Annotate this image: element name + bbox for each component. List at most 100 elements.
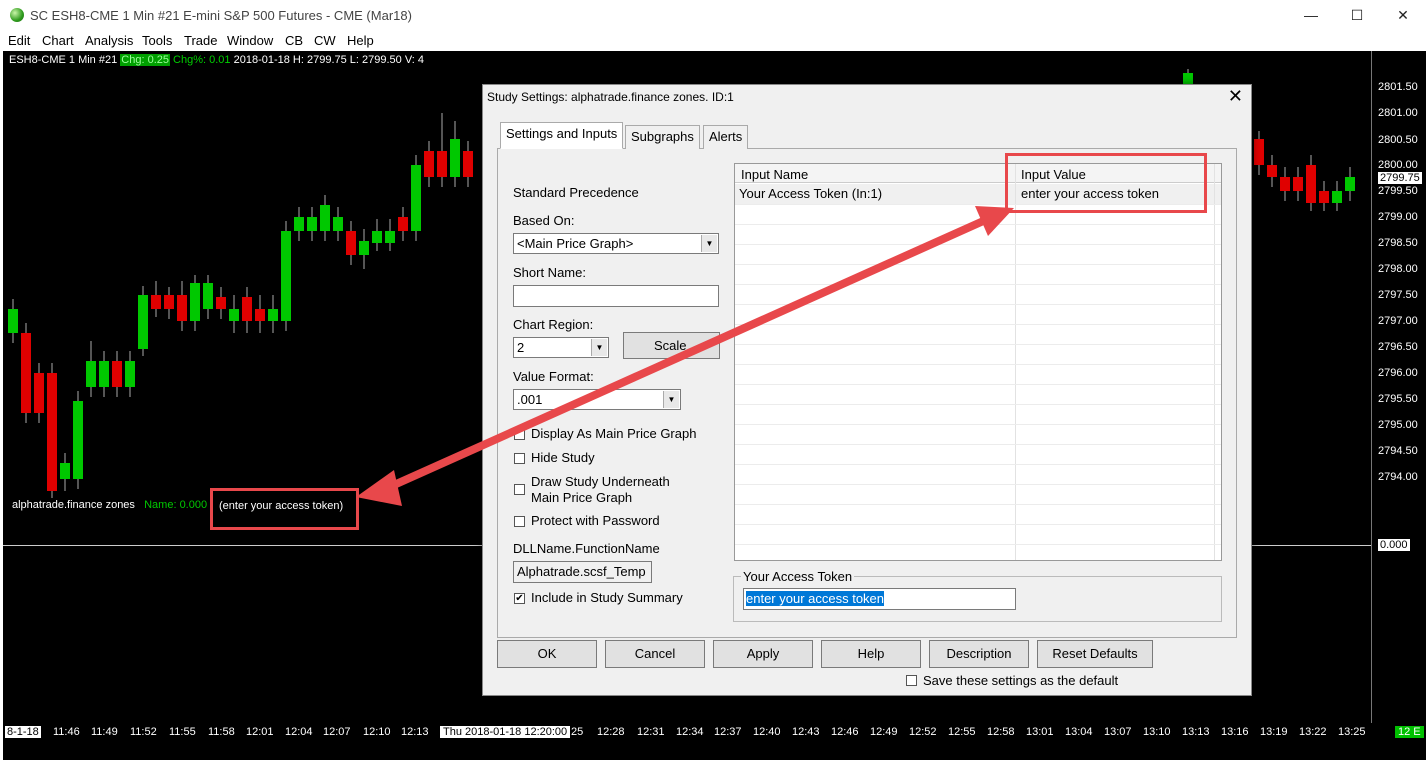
protect-password-checkbox[interactable] <box>514 516 525 527</box>
time-tick-label: 13:19 <box>1260 726 1288 738</box>
chart-header: ESH8-CME 1 Min #21 Chg: 0.25 Chg%: 0.01 … <box>9 54 424 66</box>
time-tick-label: 13:25 <box>1338 726 1366 738</box>
time-axis: 8-1-18 11:46 11:49 11:52 11:55 11:58 12:01 12:0… <box>3 723 1426 760</box>
chart-region-select[interactable]: 2 ▼ <box>513 337 609 358</box>
time-tick-label: Thu 2018-01-18 12:20:00 <box>440 726 571 738</box>
time-tick-label: 12:34 <box>676 726 704 738</box>
scale-button[interactable]: Scale <box>623 332 720 359</box>
app-icon <box>10 8 24 22</box>
menu-window[interactable]: Window <box>227 33 273 48</box>
value-format-select[interactable]: .001 ▼ <box>513 389 681 410</box>
header-symbol: ESH8-CME 1 Min #21 <box>9 54 118 66</box>
menu-help[interactable]: Help <box>347 33 374 48</box>
menu-cw[interactable]: CW <box>314 33 336 48</box>
tab-alerts[interactable]: Alerts <box>703 125 749 149</box>
menu-edit[interactable]: Edit <box>8 33 30 48</box>
time-tick-label: 12:40 <box>753 726 781 738</box>
based-on-value: <Main Price Graph> <box>517 236 634 251</box>
apply-button[interactable]: Apply <box>713 640 813 668</box>
protect-password-label: Protect with Password <box>531 513 660 528</box>
short-name-input[interactable] <box>513 285 719 307</box>
close-window-button[interactable]: ✕ <box>1380 0 1426 31</box>
time-tick-label: 13:22 <box>1299 726 1327 738</box>
time-tick-label: 12:10 <box>363 726 391 738</box>
reset-defaults-button[interactable]: Reset Defaults <box>1037 640 1153 668</box>
include-summary-label: Include in Study Summary <box>531 590 683 605</box>
candle-body <box>333 217 343 231</box>
study-name: alphatrade.finance zones <box>12 499 135 511</box>
display-main-checkbox[interactable] <box>514 429 525 440</box>
candle-body <box>268 309 278 321</box>
inputs-grid[interactable]: Input Name Input Value Your Access Token… <box>734 163 1222 561</box>
tab-settings-and-inputs[interactable]: Settings and Inputs <box>500 122 624 149</box>
candle-body <box>21 333 31 413</box>
candle-body <box>463 151 473 177</box>
description-button[interactable]: Description <box>929 640 1029 668</box>
candle-body <box>307 217 317 231</box>
price-tick-label: 2799.00 <box>1378 211 1418 223</box>
candle-body <box>1293 177 1303 191</box>
help-button[interactable]: Help <box>821 640 921 668</box>
candle-body <box>1345 177 1355 191</box>
chevron-down-icon: ▼ <box>663 391 679 408</box>
draw-underneath-checkbox[interactable] <box>514 484 525 495</box>
price-tick-label: 2796.00 <box>1378 367 1418 379</box>
grid-row-line <box>735 384 1221 385</box>
price-tick-label: 2795.50 <box>1378 393 1418 405</box>
time-tick-label: 13:01 <box>1026 726 1054 738</box>
price-tick-label: 2794.00 <box>1378 471 1418 483</box>
time-tick-label: 12:49 <box>870 726 898 738</box>
draw-underneath-label-1: Draw Study Underneath <box>531 474 670 489</box>
based-on-select[interactable]: <Main Price Graph> ▼ <box>513 233 719 254</box>
time-tick-label: 12:13 <box>401 726 429 738</box>
time-tick-label: 12:55 <box>948 726 976 738</box>
cancel-button[interactable]: Cancel <box>605 640 705 668</box>
menu-cb[interactable]: CB <box>285 33 303 48</box>
dll-input[interactable]: Alphatrade.scsf_Temp <box>513 561 652 583</box>
time-tick-label: 12:52 <box>909 726 937 738</box>
time-tick-label: 11:52 <box>130 726 157 738</box>
menu-trade[interactable]: Trade <box>184 33 217 48</box>
access-token-input[interactable]: enter your access token <box>743 588 1016 610</box>
candle-body <box>151 295 161 309</box>
price-tick-label: 2800.00 <box>1378 159 1418 171</box>
grid-row-line <box>735 484 1221 485</box>
time-tick-label: 12:04 <box>285 726 313 738</box>
time-tick-label: 13:04 <box>1065 726 1093 738</box>
dialog-title: Study Settings: alphatrade.finance zones… <box>487 90 734 104</box>
tab-subgraphs[interactable]: Subgraphs <box>625 125 700 149</box>
menu-chart[interactable]: Chart <box>42 33 74 48</box>
grid-row-line <box>735 464 1221 465</box>
grid-row-line <box>735 284 1221 285</box>
based-on-label: Based On: <box>513 213 575 228</box>
time-tick-label: 12:46 <box>831 726 859 738</box>
grid-row-line <box>735 504 1221 505</box>
menu-analysis[interactable]: Analysis <box>85 33 133 48</box>
minimize-button[interactable]: — <box>1288 0 1334 31</box>
grid-row-line <box>735 444 1221 445</box>
price-tick-label: 2796.50 <box>1378 341 1418 353</box>
candle-body <box>125 361 135 387</box>
dialog-close-button[interactable]: ✕ <box>1228 86 1243 107</box>
ok-button[interactable]: OK <box>497 640 597 668</box>
price-tick-label: 2798.50 <box>1378 237 1418 249</box>
hide-study-checkbox[interactable] <box>514 453 525 464</box>
chart-region-label: Chart Region: <box>513 317 594 332</box>
row-input-name: Your Access Token (In:1) <box>739 186 883 201</box>
menu-tools[interactable]: Tools <box>142 33 172 48</box>
candle-body <box>437 151 447 177</box>
maximize-button[interactable]: ☐ <box>1334 0 1380 31</box>
candle-body <box>346 231 356 255</box>
grid-row-line <box>735 524 1221 525</box>
price-tick-label: 2797.50 <box>1378 289 1418 301</box>
candle-body <box>359 241 369 255</box>
candle-body <box>1306 165 1316 203</box>
grid-row-line <box>735 304 1221 305</box>
grid-row-line <box>735 344 1221 345</box>
time-tick-label: 13:13 <box>1182 726 1210 738</box>
save-default-checkbox[interactable] <box>906 675 917 686</box>
include-summary-checkbox[interactable]: ✔ <box>514 593 525 604</box>
price-tick-label: 2797.00 <box>1378 315 1418 327</box>
col-input-name[interactable]: Input Name <box>741 167 808 182</box>
candle-body <box>86 361 96 387</box>
